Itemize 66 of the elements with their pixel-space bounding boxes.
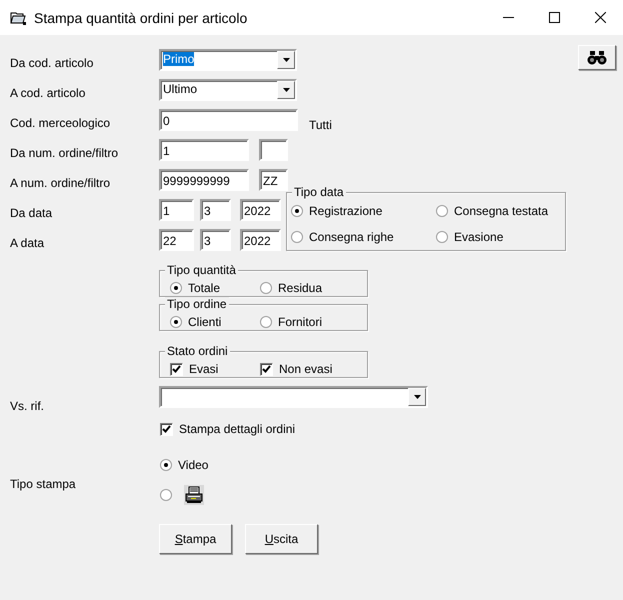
field-label: Da num. ordine/filtro [10,145,120,160]
input-field[interactable]: 0 [159,109,298,131]
search-button[interactable] [578,45,616,70]
input-field[interactable]: 1 [159,199,194,221]
checkbox[interactable] [260,362,273,376]
input-field[interactable]: 3 [200,229,231,251]
field-label: Cod. merceologico [10,115,112,130]
group-title: Stato ordini [165,344,230,358]
option-label: Clienti [188,315,222,329]
radio-button[interactable] [436,205,448,217]
input-field[interactable]: 22 [159,229,194,251]
option-label: Registrazione [309,204,382,218]
group-title: Tipo ordine [165,297,229,311]
action-button[interactable]: Uscita [245,524,318,554]
option-label: Totale [188,281,220,295]
input-field[interactable]: 2022 [240,229,281,251]
radio-button[interactable] [160,489,172,501]
option-label: Evasione [454,230,504,244]
input-field[interactable] [259,139,288,161]
radio-button[interactable] [291,205,303,217]
checkbox[interactable] [170,362,183,376]
app-icon [10,10,26,24]
option-label: Evasi [189,362,218,376]
field-label: A cod. articolo [10,85,86,100]
option-label: Stampa dettagli ordini [179,422,296,436]
radio-button[interactable] [291,230,303,242]
caret-icon [414,395,420,399]
binoculars-icon [587,50,607,64]
option-label: Consegna righe [309,230,394,244]
input-field[interactable]: 1 [159,139,249,161]
caret-icon [282,58,290,62]
maximize-icon [548,12,560,23]
field-label: Da data [10,205,54,220]
window-title: Stampa quantità ordini per articolo [34,10,248,26]
group-title: Tipo data [292,185,346,199]
printer-icon [184,485,204,505]
option-label: Fornitori [278,315,322,329]
group-title: Tipo quantità [165,263,238,277]
option-label: Non evasi [279,362,332,376]
field-label: A num. ordine/filtro [10,175,112,190]
input-field[interactable]: 2022 [240,199,281,221]
field-label: Tipo stampa [10,476,77,493]
option-label: Video [178,458,208,472]
close-icon [594,12,606,23]
checkbox[interactable] [160,422,173,436]
option-label: Consegna testata [454,204,548,218]
caret-icon [282,88,290,92]
radio-button[interactable] [436,230,448,242]
input-field[interactable]: 3 [200,199,231,221]
radio-button[interactable] [260,316,272,328]
minimize-icon [502,17,514,18]
option-label: Residua [278,281,322,295]
input-field[interactable]: 9999999999 [159,169,249,191]
hint-text: Tutti [309,117,332,132]
radio-button[interactable] [160,459,172,471]
field-label: Da cod. articolo [10,55,94,70]
radio-button[interactable] [170,316,182,328]
input-field[interactable]: ZZ [259,169,288,191]
dropdown[interactable] [159,386,428,408]
dropdown[interactable]: Ultimo [159,79,297,101]
field-label: Vs. rif. [10,398,46,409]
dropdown[interactable]: Primo [159,49,297,71]
action-button[interactable]: Stampa [159,524,232,554]
radio-button[interactable] [170,282,182,294]
field-label: A data [10,235,46,250]
radio-button[interactable] [260,282,272,294]
